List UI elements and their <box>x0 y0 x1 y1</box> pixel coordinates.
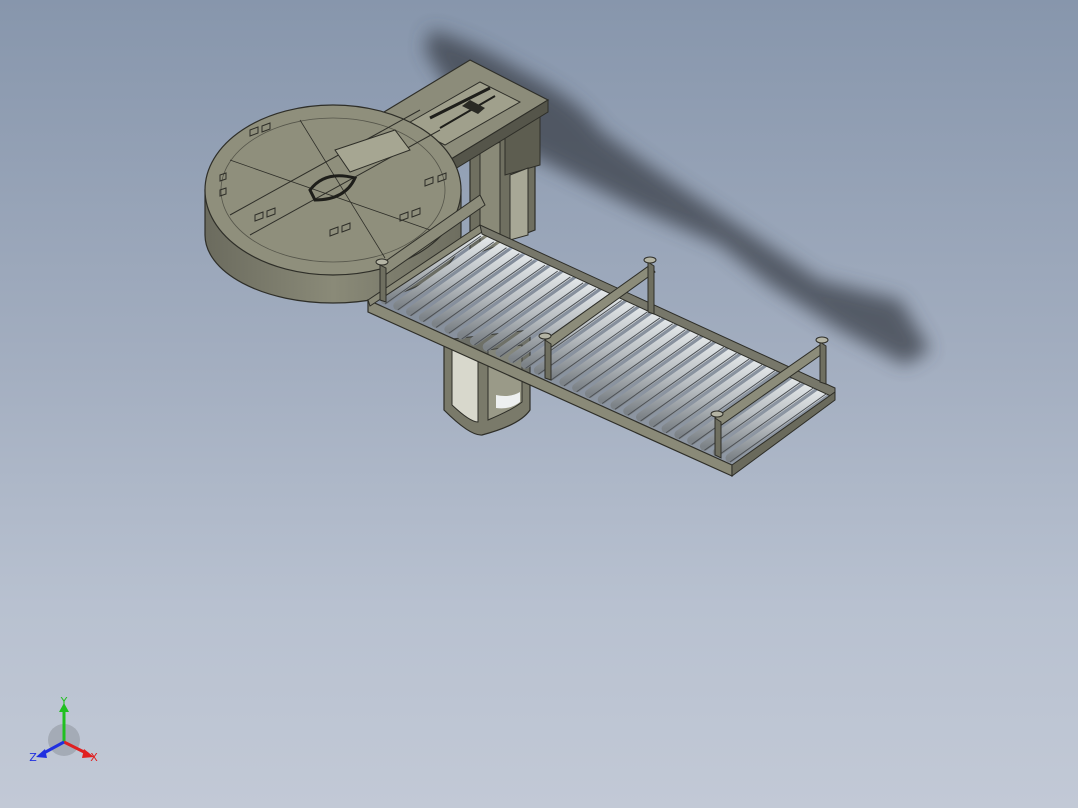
x-axis-label: X <box>90 751 98 764</box>
y-axis-label: Y <box>60 695 68 708</box>
graphics-viewport[interactable]: Y X Z <box>0 0 1078 808</box>
z-axis-label: Z <box>29 751 37 764</box>
z-axis-arrow <box>36 749 47 758</box>
model-view[interactable] <box>0 0 1078 808</box>
coordinate-triad: Y X Z <box>29 695 98 764</box>
roller-conveyor <box>367 194 836 477</box>
